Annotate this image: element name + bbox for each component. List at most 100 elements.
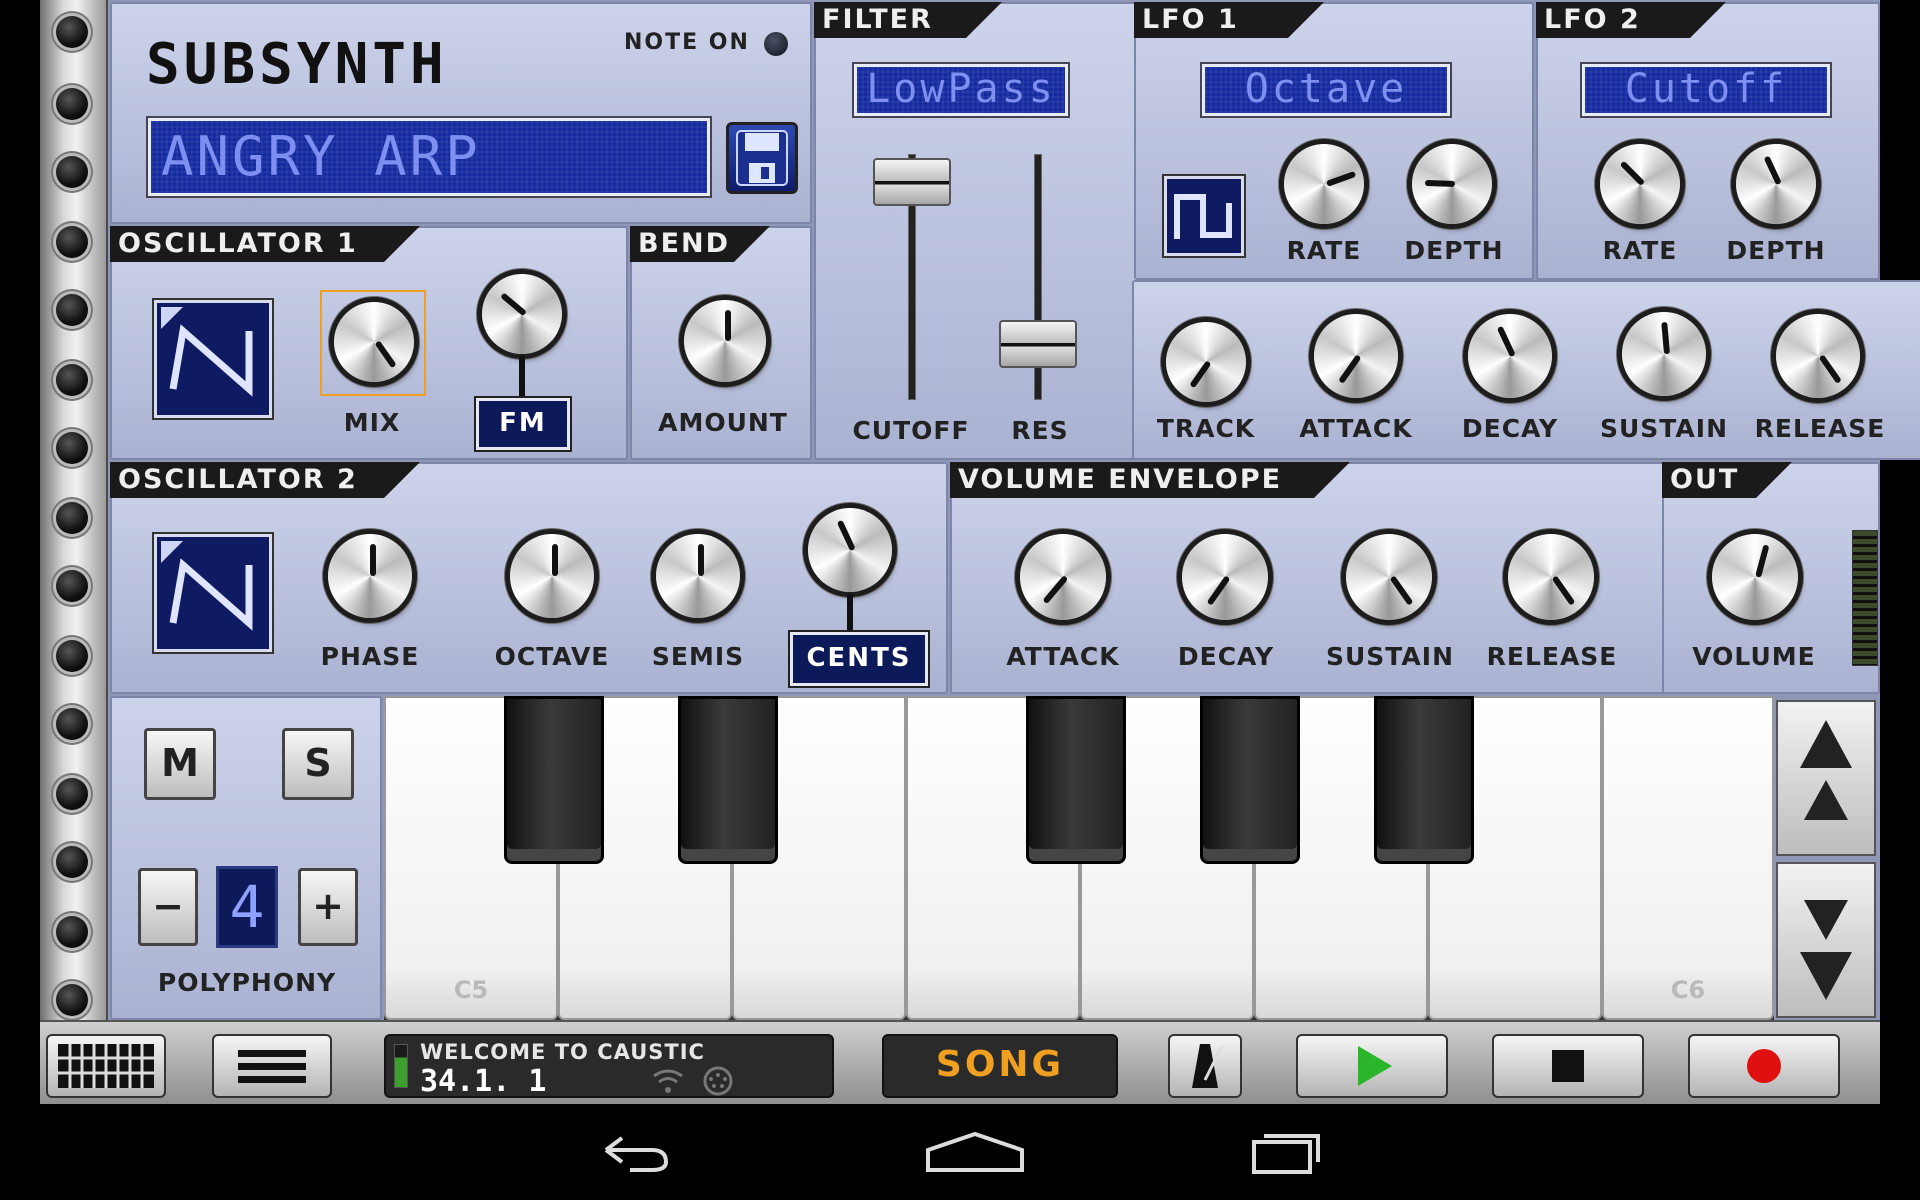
wifi-icon xyxy=(653,1069,683,1093)
record-button[interactable] xyxy=(1688,1034,1840,1098)
osc2-cents-knob[interactable] xyxy=(808,508,892,592)
grid-icon xyxy=(58,1044,154,1088)
rivet xyxy=(56,364,88,396)
c5-label: C5 xyxy=(453,976,489,1004)
osc2-phase-knob[interactable] xyxy=(328,534,412,618)
out-volume-knob[interactable] xyxy=(1712,534,1798,620)
filter-title: FILTER xyxy=(814,2,1002,38)
lfo2-depth-label: DEPTH xyxy=(1726,236,1826,265)
rivet xyxy=(56,88,88,120)
white-key-c6[interactable]: C6 xyxy=(1602,696,1774,1020)
floppy-disk-icon xyxy=(736,130,788,186)
lfo-1-title: LFO 1 xyxy=(1134,2,1324,38)
black-key[interactable] xyxy=(1026,696,1126,864)
status-display: WELCOME TO CAUSTIC 34.1. 1 xyxy=(384,1034,834,1099)
play-button[interactable] xyxy=(1296,1034,1448,1098)
lfo1-depth-label: DEPTH xyxy=(1404,236,1504,265)
android-navigation-bar xyxy=(0,1104,1920,1200)
osc1-fm-button[interactable]: FM xyxy=(476,398,570,450)
filter-release-label: RELEASE xyxy=(1754,414,1886,443)
sawtooth-wave-icon xyxy=(161,541,253,631)
rivet xyxy=(56,156,88,188)
black-key[interactable] xyxy=(1374,696,1474,864)
lfo1-depth-knob[interactable] xyxy=(1412,144,1492,224)
polyphony-minus-button[interactable]: − xyxy=(138,868,198,946)
home-icon[interactable] xyxy=(920,1124,1030,1180)
rivet xyxy=(56,846,88,878)
rivet xyxy=(56,708,88,740)
black-key[interactable] xyxy=(678,696,778,864)
vol-release-label: RELEASE xyxy=(1486,642,1618,671)
black-key[interactable] xyxy=(1200,696,1300,864)
rivet xyxy=(56,432,88,464)
synth-title: SUBSYNTH xyxy=(146,32,448,97)
preset-name-display[interactable]: ANGRY ARP xyxy=(148,118,710,196)
rivet xyxy=(56,502,88,534)
lfo2-depth-knob[interactable] xyxy=(1736,144,1816,224)
osc1-waveform-selector[interactable] xyxy=(154,300,272,418)
filter-sustain-knob[interactable] xyxy=(1622,312,1706,396)
osc2-octave-knob[interactable] xyxy=(510,534,594,618)
lfo-2-title: LFO 2 xyxy=(1536,2,1726,38)
octave-down-button[interactable] xyxy=(1776,862,1876,1018)
fm-knob-stem xyxy=(519,356,525,398)
menu-button[interactable] xyxy=(212,1034,332,1098)
filter-track-knob[interactable] xyxy=(1166,322,1246,402)
osc2-cents-button[interactable]: CENTS xyxy=(790,632,928,686)
solo-button[interactable]: S xyxy=(282,728,354,800)
save-preset-button[interactable] xyxy=(726,122,798,194)
metronome-icon xyxy=(1192,1044,1224,1088)
lfo1-waveform-selector[interactable] xyxy=(1164,176,1244,256)
out-panel: OUT VOLUME xyxy=(1662,462,1880,694)
song-button[interactable]: SONG xyxy=(882,1034,1118,1098)
bend-amount-knob[interactable] xyxy=(684,300,766,382)
metronome-button[interactable] xyxy=(1168,1034,1242,1098)
filter-decay-knob[interactable] xyxy=(1468,314,1552,398)
lfo-1-panel: LFO 1 Octave RATE DEPTH xyxy=(1134,2,1534,280)
filter-attack-knob[interactable] xyxy=(1314,314,1398,398)
octave-up-button[interactable] xyxy=(1776,700,1876,856)
filter-type-display[interactable]: LowPass xyxy=(854,64,1068,116)
filter-panel: FILTER LowPass CUTOFF RES xyxy=(814,2,1138,460)
osc2-semis-knob[interactable] xyxy=(656,534,740,618)
sawtooth-wave-icon xyxy=(161,307,253,397)
lfo2-rate-label: RATE xyxy=(1602,236,1678,265)
pattern-grid-button[interactable] xyxy=(46,1034,166,1098)
filter-release-knob[interactable] xyxy=(1776,314,1860,398)
output-level-meter xyxy=(1852,530,1878,666)
lfo2-target-display[interactable]: Cutoff xyxy=(1582,64,1830,116)
lfo2-rate-knob[interactable] xyxy=(1600,144,1680,224)
stop-button[interactable] xyxy=(1492,1034,1644,1098)
vol-release-knob[interactable] xyxy=(1508,534,1594,620)
bend-panel: BEND AMOUNT xyxy=(630,226,812,460)
double-chevron-down-icon xyxy=(1800,900,1852,1000)
rack-rail xyxy=(40,0,108,1020)
res-fader[interactable] xyxy=(999,320,1077,368)
out-volume-label: VOLUME xyxy=(1692,642,1816,671)
stop-icon xyxy=(1552,1050,1584,1082)
hamburger-menu-icon xyxy=(238,1050,306,1083)
polyphony-plus-button[interactable]: + xyxy=(298,868,358,946)
oscillator-2-panel: OSCILLATOR 2 PHASE OCTAVE SEMIS CENTS xyxy=(110,462,948,694)
rivet xyxy=(56,294,88,326)
lfo1-rate-knob[interactable] xyxy=(1284,144,1364,224)
lfo1-target-display[interactable]: Octave xyxy=(1202,64,1450,116)
back-icon[interactable] xyxy=(600,1124,672,1180)
play-icon xyxy=(1358,1046,1392,1086)
record-icon xyxy=(1747,1049,1781,1083)
rivet xyxy=(56,16,88,48)
osc1-fm-knob[interactable] xyxy=(482,274,562,354)
vol-decay-knob[interactable] xyxy=(1182,534,1268,620)
cutoff-fader[interactable] xyxy=(873,158,951,206)
vol-attack-knob[interactable] xyxy=(1020,534,1106,620)
recent-apps-icon[interactable] xyxy=(1250,1126,1324,1178)
vol-sustain-knob[interactable] xyxy=(1346,534,1432,620)
mute-button[interactable]: M xyxy=(144,728,216,800)
caustic-app: SUBSYNTH NOTE ON ANGRY ARP OSCILLATOR 1 … xyxy=(0,0,1920,1200)
black-key[interactable] xyxy=(504,696,604,864)
osc2-waveform-selector[interactable] xyxy=(154,534,272,652)
osc1-mix-knob[interactable] xyxy=(334,302,414,382)
filter-envelope-panel: TRACK ATTACK DECAY SUSTAIN RELEASE xyxy=(1132,280,1920,460)
double-chevron-up-icon xyxy=(1800,720,1852,820)
osc2-octave-label: OCTAVE xyxy=(494,642,610,671)
